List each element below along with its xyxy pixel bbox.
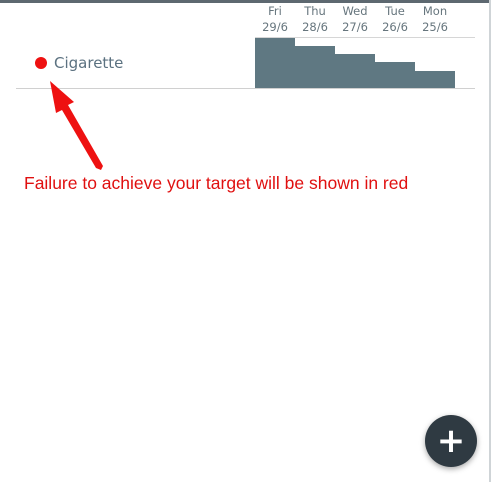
annotation-arrow bbox=[50, 81, 103, 170]
annotation-text: Failure to achieve your target will be s… bbox=[24, 173, 409, 193]
plus-icon: + bbox=[436, 421, 466, 461]
arrow-shape bbox=[50, 81, 103, 170]
add-button[interactable]: + bbox=[425, 415, 477, 467]
